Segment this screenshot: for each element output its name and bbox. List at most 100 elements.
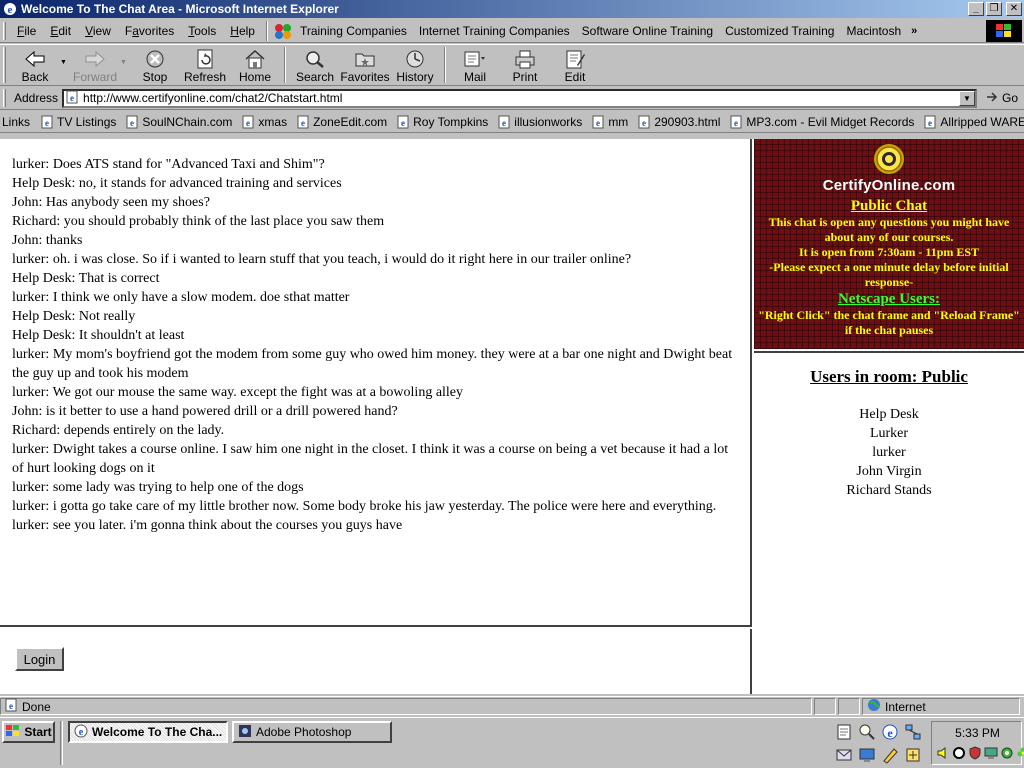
svg-text:e: e bbox=[301, 118, 305, 128]
links-label[interactable]: Links bbox=[0, 115, 36, 129]
link-zoneedit[interactable]: e ZoneEdit.com bbox=[292, 115, 392, 129]
shield-icon[interactable] bbox=[968, 746, 982, 760]
link-illusionworks[interactable]: e illusionworks bbox=[493, 115, 587, 129]
link-mm[interactable]: e mm bbox=[587, 115, 633, 129]
flower-icon[interactable] bbox=[1016, 746, 1024, 760]
login-button[interactable]: Login bbox=[15, 647, 64, 671]
top-link-macintosh[interactable]: Macintosh bbox=[840, 24, 907, 38]
status-text: Done bbox=[22, 699, 51, 714]
forward-dropdown-icon[interactable]: ▼ bbox=[120, 45, 130, 66]
address-dropdown-icon[interactable]: ▼ bbox=[958, 90, 975, 106]
find-icon[interactable] bbox=[857, 722, 877, 742]
mail-button[interactable]: Mail bbox=[450, 45, 500, 85]
refresh-icon bbox=[196, 48, 214, 70]
edit-button[interactable]: Edit bbox=[550, 45, 600, 85]
menu-view[interactable]: View bbox=[78, 24, 118, 38]
page-icon: e bbox=[242, 115, 255, 129]
address-field[interactable]: e ▼ bbox=[62, 88, 977, 108]
page-icon: e bbox=[592, 115, 605, 129]
system-tray: 5:33 PM bbox=[931, 721, 1024, 765]
search-icon bbox=[304, 48, 326, 70]
go-button[interactable]: Go bbox=[977, 90, 1024, 107]
link-290903[interactable]: e 290903.html bbox=[633, 115, 725, 129]
address-grip[interactable] bbox=[3, 89, 6, 107]
certifyonline-seal-icon bbox=[754, 142, 1024, 176]
close-button[interactable]: ✕ bbox=[1006, 2, 1022, 16]
standard-toolbar: Back ▼ Forward ▼ Stop Refresh Home Searc… bbox=[0, 44, 1024, 86]
toolbar-grip[interactable] bbox=[3, 47, 6, 83]
monitor-icon[interactable] bbox=[984, 746, 998, 760]
chat-message: lurker: We got our mouse the same way. e… bbox=[12, 385, 464, 400]
outlook-icon[interactable] bbox=[834, 745, 854, 765]
start-button[interactable]: Start bbox=[2, 721, 55, 743]
link-soulnchain[interactable]: e SoulNChain.com bbox=[121, 115, 237, 129]
title-bar[interactable]: e Welcome To The Chat Area - Microsoft I… bbox=[0, 0, 1024, 18]
task-ie-window[interactable]: e Welcome To The Cha... bbox=[68, 721, 228, 743]
network-icon[interactable] bbox=[903, 722, 923, 742]
link-roy-tompkins[interactable]: e Roy Tompkins bbox=[392, 115, 493, 129]
gear-icon[interactable] bbox=[1000, 746, 1014, 760]
chat-message: John: thanks bbox=[12, 233, 83, 248]
users-frame[interactable]: Users in room: Public Help Desk Lurker l… bbox=[754, 351, 1024, 694]
page-icon: e bbox=[638, 115, 651, 129]
favorites-button[interactable]: Favorites bbox=[340, 45, 390, 85]
minimize-button[interactable]: _ bbox=[968, 2, 984, 16]
link-mp3-evil-midget[interactable]: e MP3.com - Evil Midget Records bbox=[725, 115, 919, 129]
app-launch-icon[interactable] bbox=[903, 745, 923, 765]
users-heading: Users in room: Public bbox=[810, 367, 968, 386]
top-link-software-online[interactable]: Software Online Training bbox=[576, 24, 719, 38]
user-item: Lurker bbox=[869, 426, 909, 441]
menu-bar: File Edit View Favorites Tools Help Trai… bbox=[0, 19, 1024, 43]
menu-help[interactable]: Help bbox=[223, 24, 262, 38]
refresh-button[interactable]: Refresh bbox=[180, 45, 230, 85]
menu-grip[interactable] bbox=[3, 21, 6, 40]
menu-edit[interactable]: Edit bbox=[43, 24, 78, 38]
pencil-icon[interactable] bbox=[880, 745, 900, 765]
home-button[interactable]: Home bbox=[230, 45, 280, 85]
taskbar-separator bbox=[60, 721, 63, 765]
back-dropdown-icon[interactable]: ▼ bbox=[60, 45, 70, 66]
chat-hours-text: It is open from 7:30am - 11pm EST bbox=[798, 245, 980, 259]
svg-text:e: e bbox=[734, 118, 738, 128]
mail-icon bbox=[463, 48, 487, 70]
chat-message: Help Desk: It shouldn't at least bbox=[12, 328, 185, 343]
chat-frame[interactable]: lurker: Does ATS stand for "Advanced Tax… bbox=[0, 139, 752, 627]
stop-button[interactable]: Stop bbox=[130, 45, 180, 85]
history-button[interactable]: History bbox=[390, 45, 440, 85]
chevron-right-icon[interactable]: » bbox=[907, 25, 921, 37]
chat-message: lurker: Dwight takes a course online. I … bbox=[12, 442, 729, 476]
address-input[interactable] bbox=[83, 91, 959, 105]
menu-file[interactable]: File bbox=[10, 24, 43, 38]
link-xmas[interactable]: e xmas bbox=[237, 115, 292, 129]
top-link-customized[interactable]: Customized Training bbox=[719, 24, 840, 38]
chat-message: lurker: oh. i was close. So if i wanted … bbox=[12, 252, 632, 267]
menu-favorites[interactable]: Favorites bbox=[118, 24, 181, 38]
windows-flag-icon bbox=[5, 724, 21, 741]
restore-button[interactable]: ❐ bbox=[986, 2, 1002, 16]
status-zone-cell: Internet bbox=[862, 698, 1020, 715]
edit-page-icon bbox=[564, 48, 586, 70]
back-arrow-icon bbox=[24, 48, 46, 70]
connection-icon[interactable] bbox=[952, 746, 966, 760]
chat-message: Richard: you should probably think of th… bbox=[12, 214, 385, 229]
chat-info-text: This chat is open any questions you migh… bbox=[768, 215, 1010, 244]
volume-icon[interactable] bbox=[936, 746, 950, 760]
forward-arrow-icon bbox=[84, 48, 106, 70]
search-button[interactable]: Search bbox=[290, 45, 340, 85]
task-photoshop[interactable]: Adobe Photoshop bbox=[232, 721, 392, 743]
forward-button[interactable]: Forward bbox=[70, 45, 120, 85]
clock[interactable]: 5:33 PM bbox=[932, 726, 1023, 740]
menu-tools[interactable]: Tools bbox=[181, 24, 223, 38]
back-button[interactable]: Back bbox=[10, 45, 60, 85]
svg-text:e: e bbox=[642, 118, 646, 128]
ie-launch-icon[interactable]: e bbox=[880, 722, 900, 742]
link-tv-listings[interactable]: e TV Listings bbox=[36, 115, 121, 129]
print-button[interactable]: Print bbox=[500, 45, 550, 85]
link-allripped[interactable]: eAllripped WAREZ bbox=[919, 115, 1024, 129]
notepad-icon[interactable] bbox=[834, 722, 854, 742]
desktop-icon[interactable] bbox=[857, 745, 877, 765]
certifyonline-banner: CertifyOnline.com Public Chat This chat … bbox=[754, 139, 1024, 349]
top-link-internet-training[interactable]: Internet Training Companies bbox=[413, 24, 576, 38]
status-bar: e Done Internet bbox=[0, 696, 1024, 716]
top-link-training-companies[interactable]: Training Companies bbox=[294, 24, 413, 38]
